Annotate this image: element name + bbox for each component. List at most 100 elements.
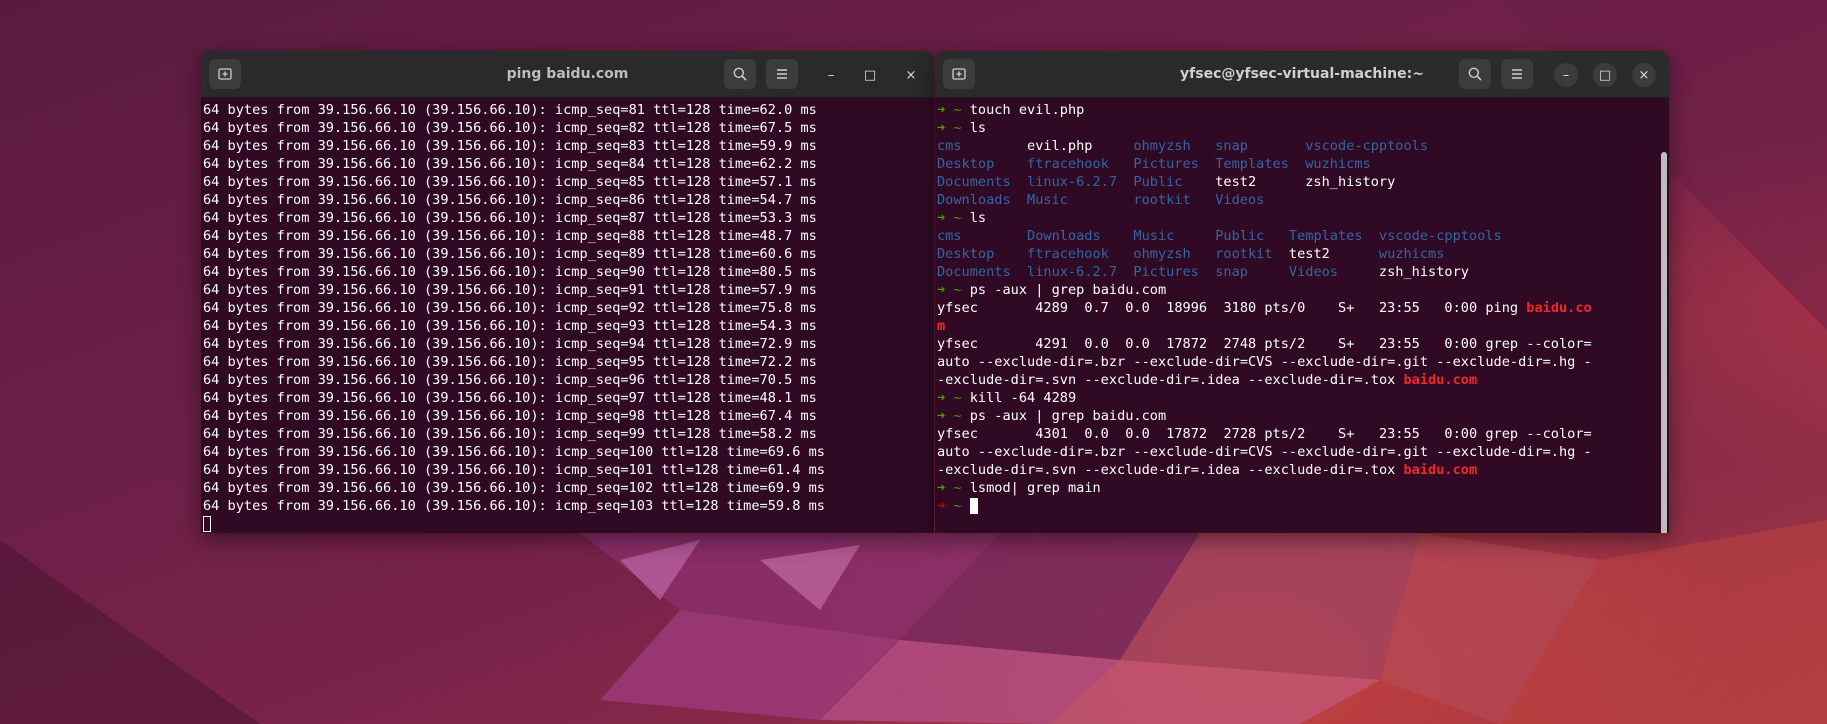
ping-reply-line: 64 bytes from 39.156.66.10 (39.156.66.10… <box>203 102 817 118</box>
prompt-dir: ~ <box>953 498 962 514</box>
ping-reply-line: 64 bytes from 39.156.66.10 (39.156.66.10… <box>203 228 817 244</box>
new-tab-icon[interactable] <box>943 59 975 89</box>
ping-reply-line: 64 bytes from 39.156.66.10 (39.156.66.10… <box>203 336 817 352</box>
ping-reply-line: 64 bytes from 39.156.66.10 (39.156.66.10… <box>203 462 825 478</box>
terminal-window-shell[interactable]: yfsec@yfsec-virtual-machine:~ – □ × ➜ ~ … <box>935 51 1669 533</box>
process-row-wrap: m <box>935 317 1669 335</box>
command-text: ps -aux | grep baidu.com <box>969 282 1167 298</box>
command-text: lsmod| grep main <box>969 480 1101 496</box>
ls-entry: rootkit <box>1133 192 1191 208</box>
process-row-text: yfsec 4289 0.7 0.0 18996 3180 pts/0 S+ 2… <box>937 300 1527 316</box>
ping-reply-line: 64 bytes from 39.156.66.10 (39.156.66.10… <box>203 264 817 280</box>
ls-entry: linux-6.2.7 <box>1027 174 1118 190</box>
process-row: yfsec 4291 0.0 0.0 17872 2748 pts/2 S+ 2… <box>935 335 1669 353</box>
ping-reply-line: 64 bytes from 39.156.66.10 (39.156.66.10… <box>203 174 817 190</box>
prompt-line: ➜ ~ kill -64 4289 <box>935 389 1669 407</box>
ping-reply-line: 64 bytes from 39.156.66.10 (39.156.66.10… <box>203 480 825 496</box>
ls-entry: Templates <box>1288 228 1363 244</box>
ls-entry: zsh_history <box>1305 174 1396 190</box>
prompt-line: ➜ ~ lsmod| grep main <box>935 479 1669 497</box>
maximize-button[interactable]: □ <box>1593 63 1617 87</box>
prompt-arrow-icon: ➜ <box>937 408 946 424</box>
process-row-wrap: auto --exclude-dir=.bzr --exclude-dir=CV… <box>935 353 1669 371</box>
ping-reply-line: 64 bytes from 39.156.66.10 (39.156.66.10… <box>203 372 817 388</box>
active-prompt-line[interactable]: ➜ ~ <box>935 497 1669 515</box>
prompt-arrow-icon: ➜ <box>937 282 946 298</box>
ls-entry: cms <box>937 138 962 154</box>
prompt-line: ➜ ~ ps -aux | grep baidu.com <box>935 281 1669 299</box>
ping-reply-line: 64 bytes from 39.156.66.10 (39.156.66.10… <box>203 120 817 136</box>
ls-entry: test2 <box>1288 246 1330 262</box>
prompt-arrow-icon: ➜ <box>937 102 946 118</box>
prompt-dir: ~ <box>953 210 962 226</box>
prompt-line: ➜ ~ ps -aux | grep baidu.com <box>935 407 1669 425</box>
ls-entry: Public <box>1133 174 1183 190</box>
process-row-wrap: -exclude-dir=.svn --exclude-dir=.idea --… <box>935 461 1669 479</box>
ls-entry: Videos <box>1215 192 1265 208</box>
ls-entry: ftracehook <box>1027 246 1109 262</box>
ping-reply-line: 64 bytes from 39.156.66.10 (39.156.66.10… <box>203 444 825 460</box>
ls-row: Downloads Music rootkit Videos <box>935 191 1669 209</box>
ls-entry: Videos <box>1288 264 1338 280</box>
process-row: yfsec 4289 0.7 0.0 18996 3180 pts/0 S+ 2… <box>935 299 1669 317</box>
ls-row: Documents linux-6.2.7 Public test2 zsh_histo… <box>935 173 1669 191</box>
ls-entry: Templates <box>1215 156 1289 172</box>
maximize-button[interactable]: □ <box>858 63 882 87</box>
ls-entry: cms <box>937 228 962 244</box>
ls-entry: Downloads <box>1027 228 1101 244</box>
ping-reply-line: 64 bytes from 39.156.66.10 (39.156.66.10… <box>203 156 817 172</box>
process-row-text: auto --exclude-dir=.bzr --exclude-dir=CV… <box>937 354 1592 370</box>
ping-reply-line: 64 bytes from 39.156.66.10 (39.156.66.10… <box>203 426 817 442</box>
minimize-button[interactable]: – <box>1554 63 1578 87</box>
new-tab-icon[interactable] <box>209 59 241 89</box>
prompt-line: ➜ ~ touch evil.php <box>935 101 1669 119</box>
ls-output: cms Downloads Music Public Templates vscode-c… <box>935 227 1669 281</box>
ping-reply-line: 64 bytes from 39.156.66.10 (39.156.66.10… <box>203 210 817 226</box>
process-row-text: yfsec 4291 0.0 0.0 17872 2748 pts/2 S+ 2… <box>937 336 1592 352</box>
ping-reply-line: 64 bytes from 39.156.66.10 (39.156.66.10… <box>203 192 817 208</box>
command-text: ls <box>969 120 987 136</box>
hamburger-menu-icon[interactable] <box>766 59 798 89</box>
ping-reply-line: 64 bytes from 39.156.66.10 (39.156.66.10… <box>203 246 817 262</box>
prompt-arrow-icon: ➜ <box>937 210 946 226</box>
prompt-dir: ~ <box>953 480 962 496</box>
close-button[interactable]: × <box>899 63 923 87</box>
search-icon[interactable] <box>1459 59 1491 89</box>
ls-row: cms evil.php ohmyzsh snap vscode-cpptools <box>935 137 1669 155</box>
ping-reply-line: 64 bytes from 39.156.66.10 (39.156.66.10… <box>203 282 817 298</box>
ls-entry: ohmyzsh <box>1133 138 1191 154</box>
ls-entry: ftracehook <box>1027 156 1109 172</box>
terminal-cursor-line <box>201 515 934 533</box>
command-text: ps -aux | grep baidu.com <box>969 408 1167 424</box>
terminal-cursor <box>969 498 978 514</box>
titlebar[interactable]: yfsec@yfsec-virtual-machine:~ – □ × <box>935 51 1669 98</box>
terminal-window-ping[interactable]: ping baidu.com – □ × 64 bytes from 39.15… <box>201 51 934 533</box>
ls-entry: Desktop <box>937 246 995 262</box>
close-button[interactable]: × <box>1632 63 1656 87</box>
ls-entry: Music <box>1133 228 1175 244</box>
ls-entry: rootkit <box>1215 246 1273 262</box>
search-icon[interactable] <box>724 59 756 89</box>
ping-reply-line: 64 bytes from 39.156.66.10 (39.156.66.10… <box>203 300 817 316</box>
ls-entry: vscode-cpptools <box>1378 228 1502 244</box>
terminal-output[interactable]: ➜ ~ touch evil.php ➜ ~ ls cms evil.php ohm… <box>935 98 1669 533</box>
prompt-dir: ~ <box>953 120 962 136</box>
terminal-output[interactable]: 64 bytes from 39.156.66.10 (39.156.66.10… <box>201 98 934 533</box>
scrollbar[interactable] <box>1661 152 1667 533</box>
hamburger-menu-icon[interactable] <box>1501 59 1533 89</box>
process-row-text: -exclude-dir=.svn --exclude-dir=.idea --… <box>937 372 1404 388</box>
process-row-text: yfsec 4301 0.0 0.0 17872 2728 pts/2 S+ 2… <box>937 426 1592 442</box>
prompt-arrow-icon: ➜ <box>937 480 946 496</box>
titlebar[interactable]: ping baidu.com – □ × <box>201 51 934 98</box>
process-row: yfsec 4301 0.0 0.0 17872 2728 pts/2 S+ 2… <box>935 425 1669 443</box>
ping-reply-line: 64 bytes from 39.156.66.10 (39.156.66.10… <box>203 138 817 154</box>
ls-entry: test2 <box>1215 174 1257 190</box>
ls-entry: evil.php <box>1027 138 1093 154</box>
ls-entry: ohmyzsh <box>1133 246 1191 262</box>
minimize-button[interactable]: – <box>819 63 843 87</box>
process-row-wrap: auto --exclude-dir=.bzr --exclude-dir=CV… <box>935 443 1669 461</box>
prompt-line: ➜ ~ ls <box>935 209 1669 227</box>
process-row-wrap: -exclude-dir=.svn --exclude-dir=.idea --… <box>935 371 1669 389</box>
prompt-dir: ~ <box>953 390 962 406</box>
ls-entry: Desktop <box>937 156 995 172</box>
